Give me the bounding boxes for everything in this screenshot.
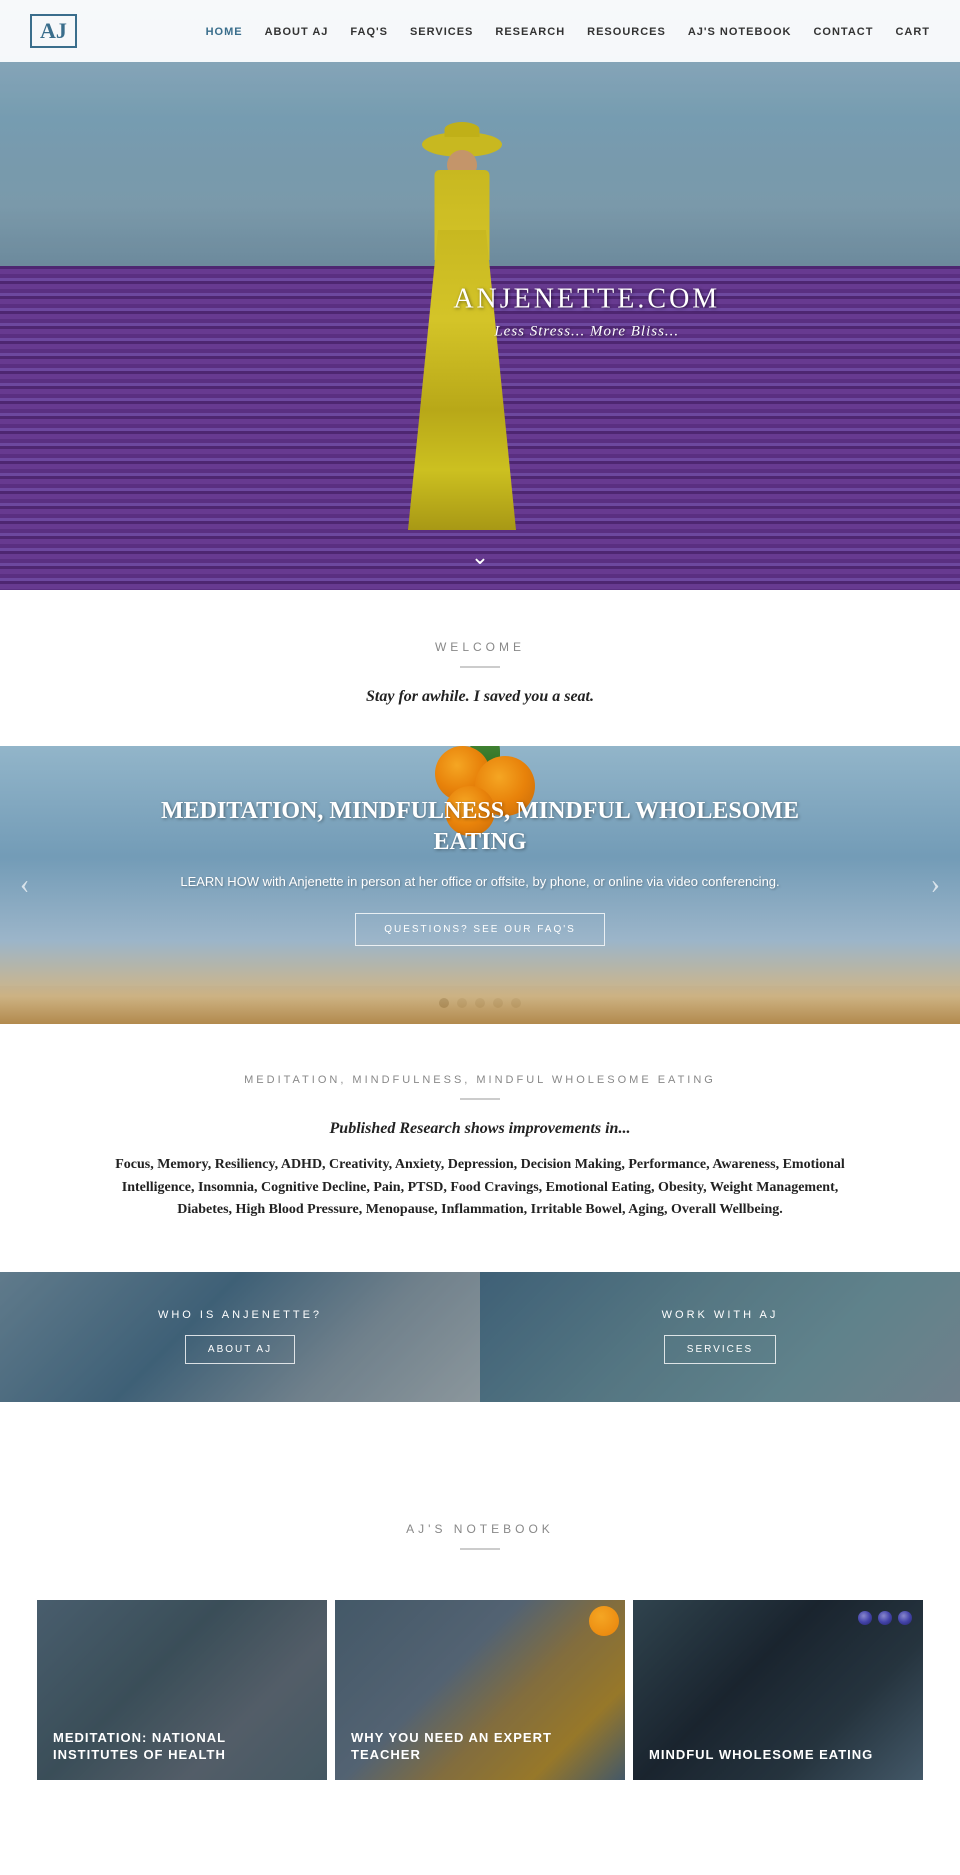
nb-card-3-title: MINDFUL WHOLESOME EATING bbox=[649, 1747, 907, 1764]
spacer bbox=[0, 1402, 960, 1482]
cta-about-button[interactable]: ABOUT AJ bbox=[185, 1335, 295, 1364]
nb-card-1[interactable]: MEDITATION: NATIONAL INSTITUTES OF HEALT… bbox=[37, 1600, 327, 1780]
notebook-divider bbox=[460, 1548, 500, 1550]
welcome-section: WELCOME Stay for awhile. I saved you a s… bbox=[0, 590, 960, 746]
nav-links: HOME ABOUT AJ FAQ'S SERVICES RESEARCH RE… bbox=[206, 22, 930, 40]
nav-item-resources[interactable]: RESOURCES bbox=[587, 26, 666, 38]
welcome-label: WELCOME bbox=[40, 640, 920, 654]
nav-item-contact[interactable]: CONTACT bbox=[813, 26, 873, 38]
nb-card-1-title: MEDITATION: NATIONAL INSTITUTES OF HEALT… bbox=[53, 1730, 311, 1764]
notebook-cards: MEDITATION: NATIONAL INSTITUTES OF HEALT… bbox=[0, 1590, 960, 1810]
cta-right-content: WORK WITH AJ SERVICES bbox=[662, 1309, 779, 1364]
slider-next-button[interactable]: › bbox=[921, 859, 950, 911]
slider-section: ‹ MEDITATION, MINDFULNESS, MINDFUL WHOLE… bbox=[0, 746, 960, 1024]
info-label: MEDITATION, MINDFULNESS, MINDFUL WHOLESO… bbox=[100, 1074, 860, 1086]
nav-item-notebook[interactable]: AJ'S NOTEBOOK bbox=[688, 26, 792, 38]
nb-card-2-title: WHY YOU NEED AN EXPERT TEACHER bbox=[351, 1730, 609, 1764]
figure-body bbox=[402, 230, 522, 530]
slider-faq-button[interactable]: QUESTIONS? SEE OUR FAQ'S bbox=[355, 913, 605, 946]
hero-section: ANJENETTE.COM Less Stress... More Bliss.… bbox=[0, 0, 960, 590]
cta-left-content: WHO IS ANJENETTE? ABOUT AJ bbox=[158, 1309, 322, 1364]
cta-right-label: WORK WITH AJ bbox=[662, 1309, 779, 1321]
nb-card-2-content: WHY YOU NEED AN EXPERT TEACHER bbox=[335, 1600, 625, 1780]
nav-item-faqs[interactable]: FAQ'S bbox=[350, 26, 388, 38]
cta-left-label: WHO IS ANJENETTE? bbox=[158, 1309, 322, 1321]
welcome-divider bbox=[460, 666, 500, 668]
site-logo[interactable]: AJ bbox=[30, 14, 77, 48]
cta-services-button[interactable]: SERVICES bbox=[664, 1335, 776, 1364]
nb-card-2[interactable]: WHY YOU NEED AN EXPERT TEACHER bbox=[335, 1600, 625, 1780]
navbar: AJ HOME ABOUT AJ FAQ'S SERVICES RESEARCH… bbox=[0, 0, 960, 62]
notebook-section: AJ'S NOTEBOOK bbox=[0, 1482, 960, 1590]
slider-title: MEDITATION, MINDFULNESS, MINDFUL WHOLESO… bbox=[120, 796, 840, 858]
nav-item-about[interactable]: ABOUT AJ bbox=[265, 26, 329, 38]
scroll-down-icon[interactable]: ⌄ bbox=[471, 544, 489, 570]
nav-item-cart[interactable]: CART bbox=[895, 26, 930, 38]
cta-cards: WHO IS ANJENETTE? ABOUT AJ WORK WITH AJ … bbox=[0, 1272, 960, 1402]
info-body: Focus, Memory, Resiliency, ADHD, Creativ… bbox=[100, 1154, 860, 1221]
nb-orange-1 bbox=[589, 1606, 619, 1636]
notebook-label: AJ'S NOTEBOOK bbox=[40, 1522, 920, 1536]
nb-berry-decoration bbox=[857, 1610, 913, 1631]
hero-title: ANJENETTE.COM bbox=[453, 284, 720, 316]
info-divider bbox=[460, 1098, 500, 1100]
nb-fruit-decoration bbox=[588, 1605, 620, 1642]
cta-card-left: WHO IS ANJENETTE? ABOUT AJ bbox=[0, 1272, 480, 1402]
berry-2 bbox=[878, 1611, 892, 1625]
hero-text: ANJENETTE.COM Less Stress... More Bliss.… bbox=[453, 284, 720, 341]
slider-prev-button[interactable]: ‹ bbox=[10, 859, 39, 911]
hero-subtitle: Less Stress... More Bliss... bbox=[453, 324, 720, 341]
slider-content: MEDITATION, MINDFULNESS, MINDFUL WHOLESO… bbox=[0, 746, 960, 986]
nb-card-3[interactable]: MINDFUL WHOLESOME EATING bbox=[633, 1600, 923, 1780]
welcome-tagline: Stay for awhile. I saved you a seat. bbox=[40, 688, 920, 706]
berry-1 bbox=[858, 1611, 872, 1625]
nav-item-research[interactable]: RESEARCH bbox=[495, 26, 565, 38]
nb-card-1-content: MEDITATION: NATIONAL INSTITUTES OF HEALT… bbox=[37, 1600, 327, 1780]
info-headline: Published Research shows improvements in… bbox=[100, 1120, 860, 1138]
berry-3 bbox=[898, 1611, 912, 1625]
slider-description: LEARN HOW with Anjenette in person at he… bbox=[120, 874, 840, 889]
cta-card-right: WORK WITH AJ SERVICES bbox=[480, 1272, 960, 1402]
nav-item-home[interactable]: HOME bbox=[206, 26, 243, 38]
nav-item-services[interactable]: SERVICES bbox=[410, 26, 473, 38]
info-section: MEDITATION, MINDFULNESS, MINDFUL WHOLESO… bbox=[0, 1024, 960, 1271]
